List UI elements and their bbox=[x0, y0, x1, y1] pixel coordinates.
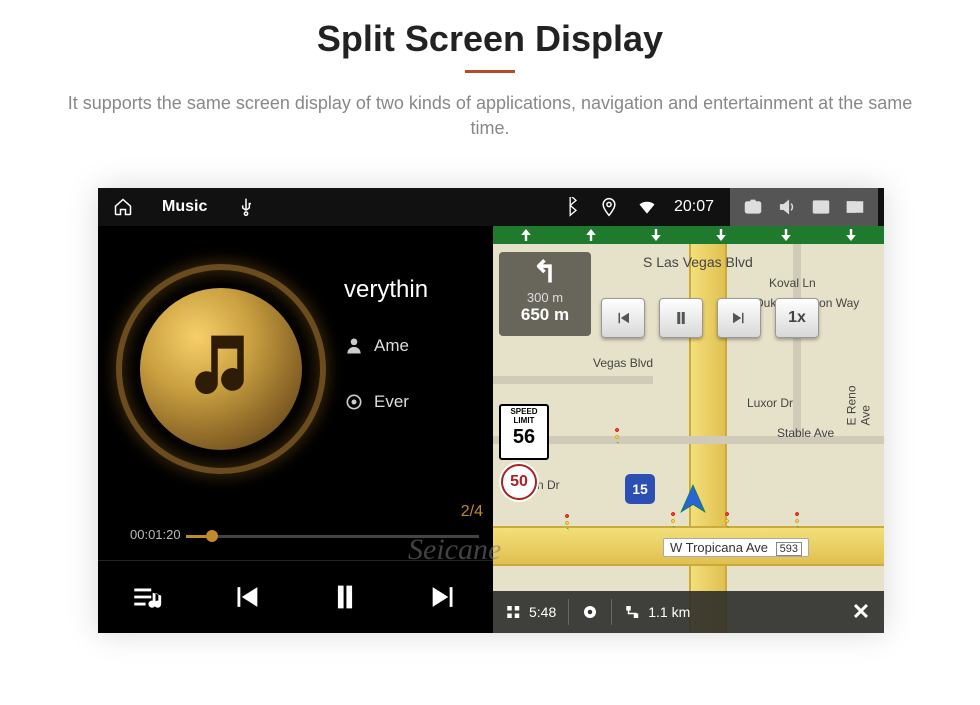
device-frame: Music 20:07 bbox=[98, 188, 884, 633]
page-title: Split Screen Display bbox=[0, 0, 980, 60]
turn-distance-1: 300 m bbox=[499, 290, 591, 305]
poi-label: Luxor Dr bbox=[747, 396, 793, 410]
road bbox=[689, 226, 727, 633]
track-current[interactable]: verythin bbox=[344, 262, 493, 318]
street-label: S Las Vegas Blvd bbox=[643, 254, 753, 270]
poi-label: E Reno Ave bbox=[845, 375, 873, 426]
eta[interactable]: 5:48 bbox=[493, 591, 568, 633]
usb-icon bbox=[235, 196, 257, 218]
app-label: Music bbox=[162, 198, 207, 216]
poi-label: Koval Ln bbox=[769, 276, 816, 290]
system-tray bbox=[730, 188, 878, 226]
traffic-light-icon bbox=[723, 510, 741, 528]
track-list: verythin Ame Ever bbox=[344, 262, 493, 430]
music-note-icon bbox=[182, 326, 260, 409]
speed-limit-sign: SPEED LIMIT 56 bbox=[499, 404, 549, 460]
music-controls bbox=[98, 560, 493, 633]
traffic-light-icon bbox=[613, 426, 631, 444]
gps-cursor-icon bbox=[675, 482, 711, 523]
clock: 20:07 bbox=[674, 198, 714, 216]
poi-label: Stable Ave bbox=[777, 426, 834, 440]
traffic-button[interactable] bbox=[569, 591, 611, 633]
close-app-icon[interactable] bbox=[804, 192, 838, 222]
home-icon[interactable] bbox=[112, 196, 134, 218]
nav-close-button[interactable]: ✕ bbox=[838, 599, 884, 625]
elapsed-time: 00:01:20 bbox=[130, 527, 181, 542]
pause-button[interactable] bbox=[315, 572, 375, 622]
traffic-light-icon bbox=[563, 512, 581, 530]
playlist-button[interactable] bbox=[117, 572, 177, 622]
lane-strip bbox=[493, 226, 884, 244]
street-banner: W Tropicana Ave 593 bbox=[663, 538, 809, 557]
nav-panel[interactable]: ↰ 300 m 650 m S Las Vegas Blvd Koval Ln … bbox=[493, 226, 884, 633]
turn-arrow-icon: ↰ bbox=[499, 252, 591, 290]
track-item[interactable]: Ever bbox=[344, 374, 493, 430]
wifi-icon bbox=[636, 196, 658, 218]
volume-icon[interactable] bbox=[770, 192, 804, 222]
title-underline bbox=[465, 70, 515, 73]
nav-footer: 5:48 1.1 km ✕ bbox=[493, 591, 884, 633]
splitscreen-icon[interactable] bbox=[838, 192, 872, 222]
sim-speed-button[interactable]: 1x bbox=[775, 298, 819, 338]
prev-button[interactable] bbox=[216, 572, 276, 622]
track-counter: 2/4 bbox=[461, 503, 483, 521]
page-subtitle: It supports the same screen display of t… bbox=[0, 91, 980, 141]
sim-next-button[interactable] bbox=[717, 298, 761, 338]
interstate-badge: 15 bbox=[625, 474, 655, 504]
album-art bbox=[116, 264, 326, 474]
bluetooth-icon bbox=[560, 196, 582, 218]
highway-badge: 50 bbox=[501, 464, 537, 500]
status-bar: Music 20:07 bbox=[98, 188, 884, 226]
track-item[interactable]: Ame bbox=[344, 318, 493, 374]
progress-bar[interactable]: 00:01:20 bbox=[130, 527, 479, 545]
distance[interactable]: 1.1 km bbox=[612, 591, 702, 633]
screenshot-icon[interactable] bbox=[736, 192, 770, 222]
road-minor bbox=[493, 376, 653, 384]
next-button[interactable] bbox=[414, 572, 474, 622]
turn-distance-2: 650 m bbox=[499, 305, 591, 325]
location-icon bbox=[598, 196, 620, 218]
music-panel: verythin Ame Ever 2/4 00:01:20 bbox=[98, 226, 493, 633]
sim-controls: 1x bbox=[601, 298, 819, 338]
turn-card: ↰ 300 m 650 m bbox=[499, 252, 591, 336]
poi-label: Vegas Blvd bbox=[593, 356, 653, 370]
traffic-light-icon bbox=[793, 510, 811, 528]
sim-prev-button[interactable] bbox=[601, 298, 645, 338]
sim-pause-button[interactable] bbox=[659, 298, 703, 338]
